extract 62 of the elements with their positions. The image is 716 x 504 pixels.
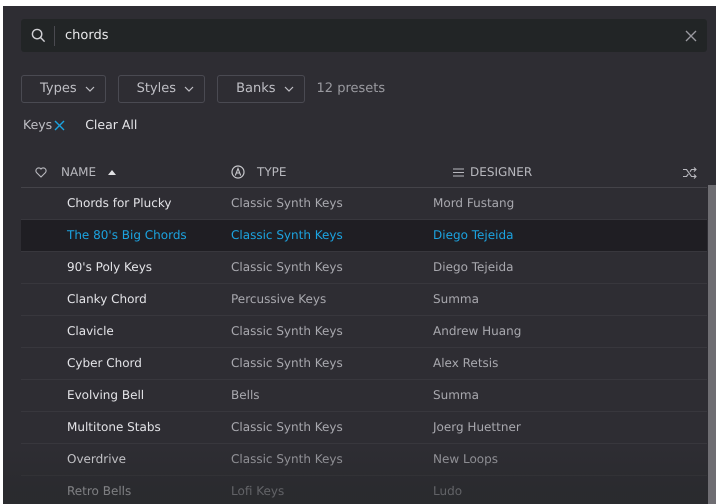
preset-designer: Ludo: [433, 484, 462, 498]
chevron-icon: [84, 86, 95, 92]
filter-dropdown[interactable]: Styles: [118, 75, 206, 103]
preset-name: Chords for Plucky: [67, 196, 172, 210]
table-row[interactable]: Clavicle Classic Synth Keys Andrew Huang: [21, 316, 707, 348]
shuffle-icon[interactable]: [683, 166, 697, 179]
preset-designer: Alex Retsis: [433, 356, 498, 370]
preset-name: 90's Poly Keys: [67, 260, 152, 274]
preset-count: 12 presets: [316, 80, 386, 98]
sort-arrow-icon[interactable]: [108, 170, 116, 175]
preset-type: Classic Synth Keys: [231, 260, 343, 274]
preset-name: The 80's Big Chords: [67, 228, 187, 242]
preset-designer: Joerg Huettner: [433, 420, 521, 434]
table-row[interactable]: Overdrive Classic Synth Keys New Loops: [21, 444, 707, 476]
close-icon[interactable]: [685, 30, 697, 42]
preset-designer: Diego Tejeida: [433, 228, 514, 242]
preset-type: Classic Synth Keys: [231, 420, 343, 434]
table-row[interactable]: Multitone Stabs Classic Synth Keys Joerg Huettner: [21, 412, 707, 444]
preset-type: Classic Synth Keys: [231, 356, 343, 370]
filter-dropdown[interactable]: Types: [21, 75, 106, 103]
preset-type: Classic Synth Keys: [231, 452, 343, 466]
table-row[interactable]: Retro Bells Lofi Keys Ludo: [21, 476, 707, 504]
preset-name: Evolving Bell: [67, 388, 144, 402]
remove-icon[interactable]: [54, 120, 66, 131]
preset-type: Classic Synth Keys: [231, 228, 343, 242]
preset-type: Classic Synth Keys: [231, 324, 343, 338]
preset-designer: Diego Tejeida: [433, 260, 514, 274]
scrollbar-thumb[interactable]: [708, 185, 716, 504]
column-header[interactable]: DESIGNER: [470, 163, 532, 182]
search-field[interactable]: chords: [21, 19, 707, 52]
circled-a-icon: [231, 165, 245, 180]
preset-type: Bells: [231, 388, 260, 402]
table-row[interactable]: The 80's Big Chords Classic Synth Keys Diego Tejeida: [21, 220, 707, 252]
filter-dropdown[interactable]: Banks: [217, 75, 305, 103]
table-row[interactable]: Clanky Chord Percussive Keys Summa: [21, 284, 707, 316]
clear-all-button[interactable]: Clear All: [85, 116, 138, 135]
preset-name: Retro Bells: [67, 484, 132, 498]
preset-type: Classic Synth Keys: [231, 196, 343, 210]
preset-designer: New Loops: [433, 452, 498, 466]
preset-type: Lofi Keys: [231, 484, 284, 498]
chevron-icon: [284, 86, 294, 92]
table-row[interactable]: 90's Poly Keys Classic Synth Keys Diego Tejeida: [21, 252, 707, 284]
preset-name: Clanky Chord: [67, 292, 147, 306]
preset-designer: Summa: [433, 388, 479, 402]
table-row[interactable]: Cyber Chord Classic Synth Keys Alex Retsis: [21, 348, 707, 380]
search-input[interactable]: chords: [54, 26, 685, 46]
preset-name: Clavicle: [67, 324, 114, 338]
heart-icon[interactable]: [35, 166, 47, 178]
search-icon: [31, 28, 46, 43]
preset-name: Overdrive: [67, 452, 126, 466]
preset-designer: Andrew Huang: [433, 324, 522, 338]
preset-type: Percussive Keys: [231, 292, 326, 306]
preset-name: Multitone Stabs: [67, 420, 161, 434]
preset-name: Cyber Chord: [67, 356, 142, 370]
column-header[interactable]: NAME: [61, 163, 96, 182]
preset-designer: Summa: [433, 292, 479, 306]
table-row[interactable]: Evolving Bell Bells Summa: [21, 380, 707, 412]
chevron-icon: [184, 86, 194, 92]
list-icon: [453, 168, 464, 177]
preset-designer: Mord Fustang: [433, 196, 514, 210]
filter-tag[interactable]: Keys: [23, 116, 66, 135]
column-header[interactable]: TYPE: [257, 163, 286, 182]
